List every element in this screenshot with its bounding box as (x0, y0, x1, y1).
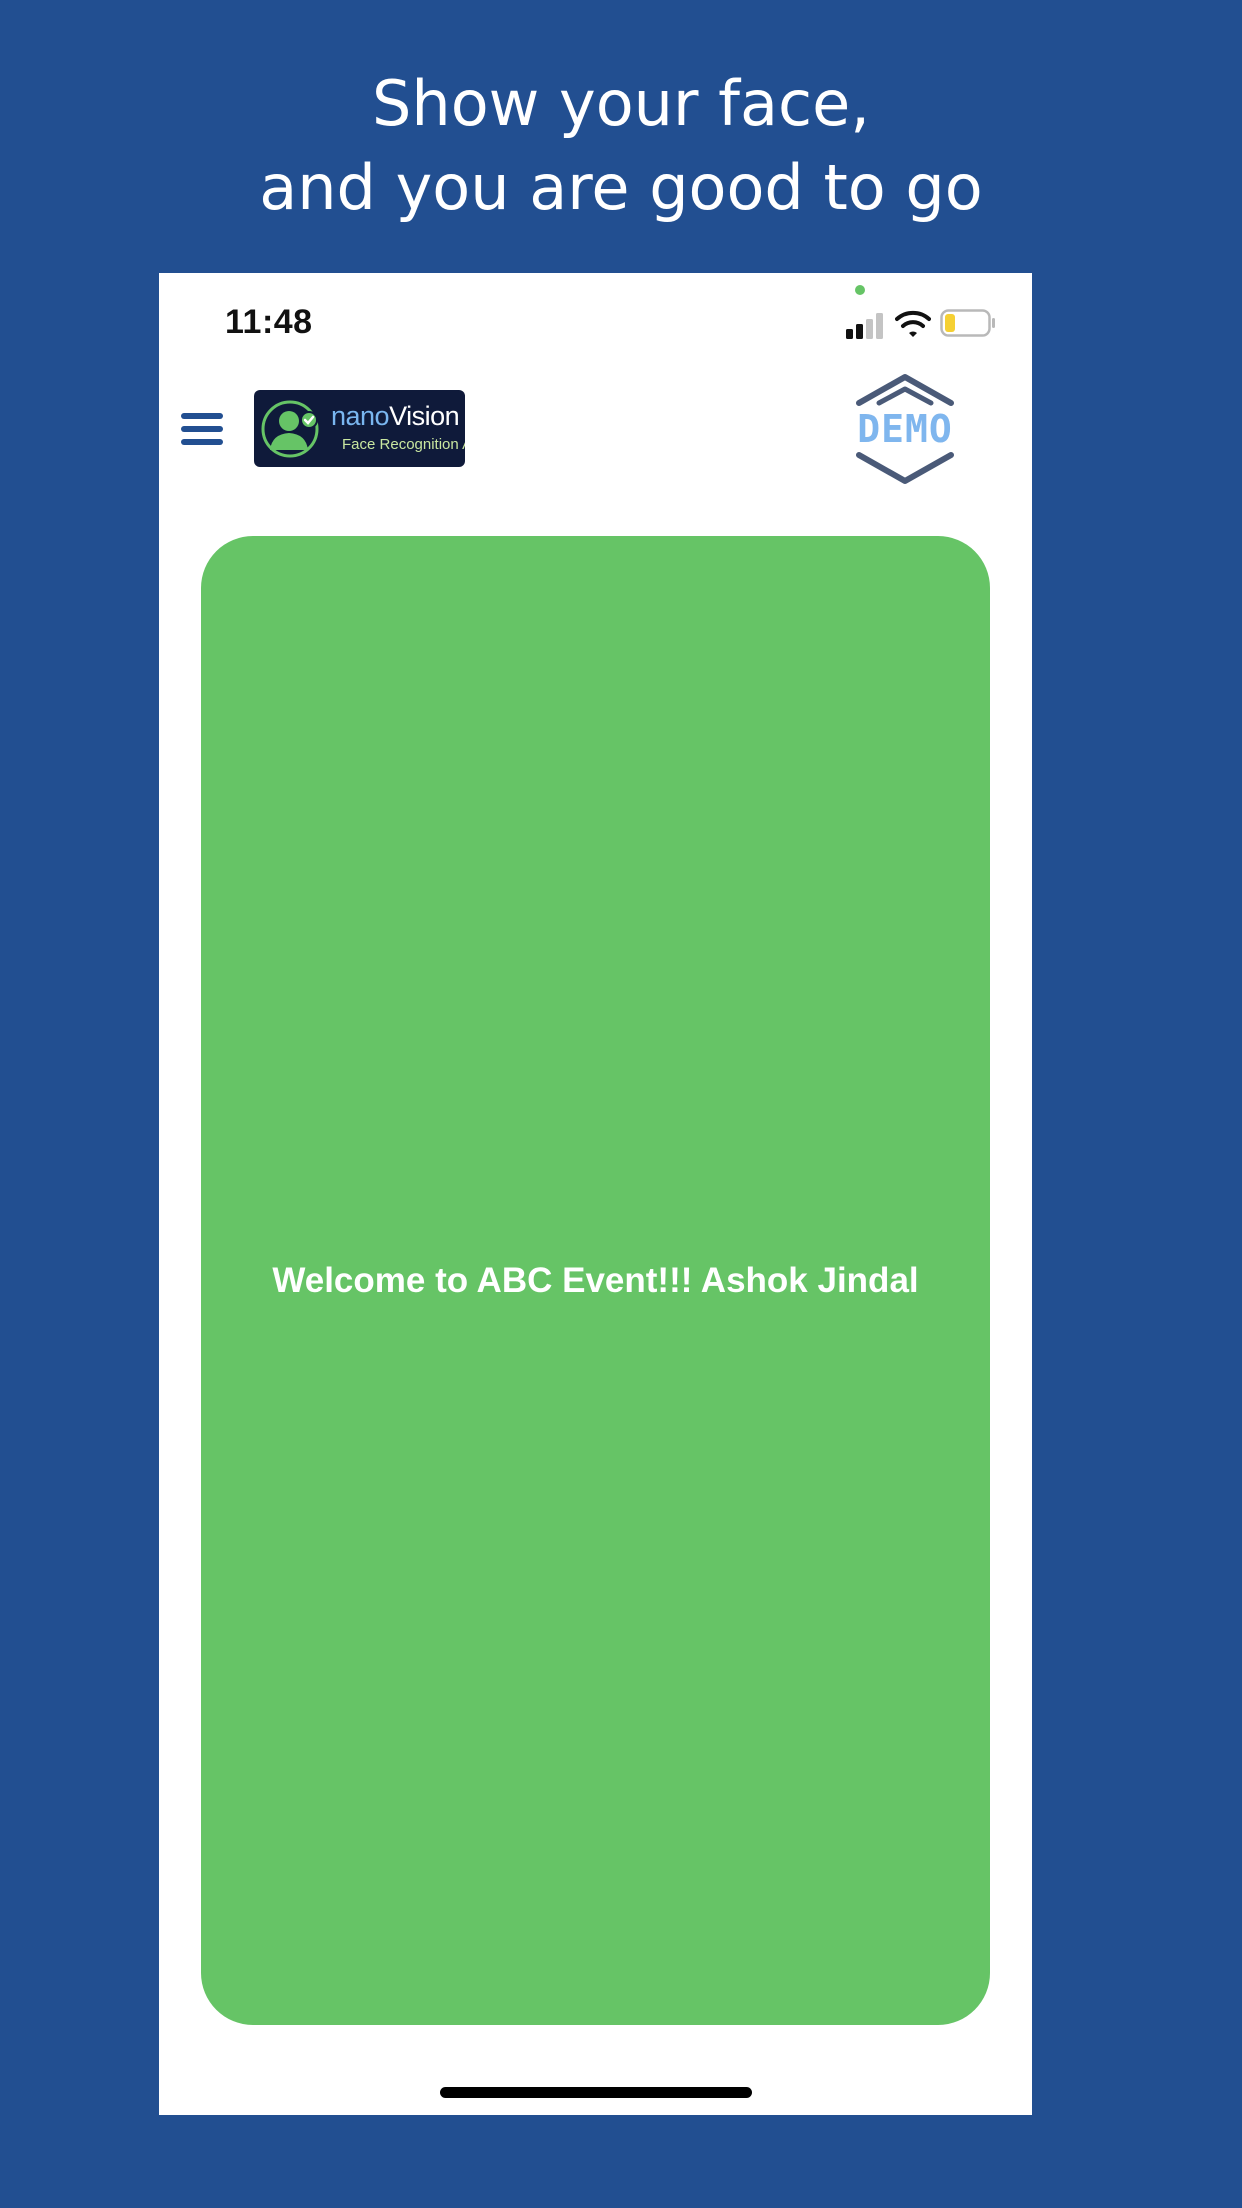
signal-icon (846, 313, 883, 339)
brand-name: nanoVision (331, 400, 460, 432)
home-indicator[interactable] (440, 2087, 752, 2098)
phone-screen: 11:48 nanoVision Face Recognition AI DEM… (159, 273, 1032, 2115)
camera-indicator-icon (855, 285, 865, 295)
demo-badge: DEMO (845, 369, 965, 489)
battery-icon (940, 309, 995, 337)
promo-headline: Show your face, and you are good to go (0, 62, 1242, 230)
brand-tagline: Face Recognition AI (342, 436, 465, 453)
promo-headline-line-2: and you are good to go (259, 151, 983, 224)
demo-label: DEMO (857, 407, 953, 451)
promo-headline-line-1: Show your face, (372, 67, 870, 140)
hamburger-menu-icon[interactable] (179, 409, 225, 449)
brand-name-prefix: nano (331, 401, 390, 431)
nanovision-logo: nanoVision Face Recognition AI (254, 390, 465, 467)
welcome-card: Welcome to ABC Event!!! Ashok Jindal (201, 536, 990, 2025)
status-time: 11:48 (225, 303, 313, 341)
face-recognition-avatar-icon (261, 400, 319, 458)
wifi-icon (895, 310, 931, 337)
brand-name-suffix: Vision (389, 401, 460, 431)
welcome-message: Welcome to ABC Event!!! Ashok Jindal (272, 1260, 919, 1300)
